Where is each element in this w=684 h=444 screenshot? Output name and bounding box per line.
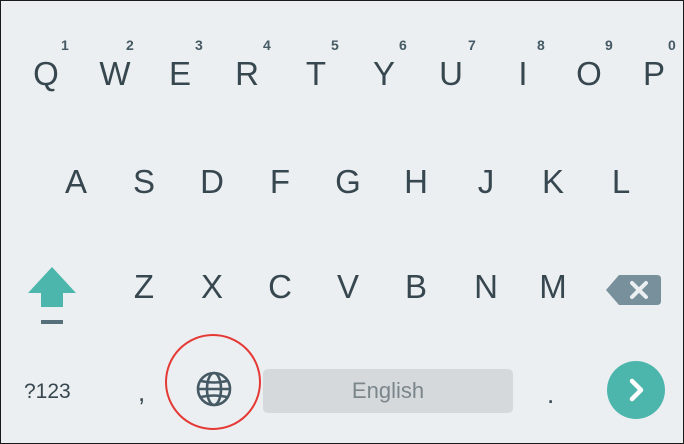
- keyboard: Q 1 W 2 E 3 R 4 T 5 Y 6 U 7 I 8 O 9 P 0 …: [0, 0, 684, 444]
- key-t-hint: 5: [331, 37, 339, 53]
- key-j[interactable]: J: [466, 165, 506, 198]
- key-b[interactable]: B: [396, 270, 436, 303]
- key-a[interactable]: A: [56, 165, 96, 198]
- key-o[interactable]: O: [569, 57, 609, 90]
- key-i-hint: 8: [537, 37, 545, 53]
- key-y[interactable]: Y: [364, 57, 404, 90]
- space-bar[interactable]: English: [263, 369, 513, 413]
- key-t[interactable]: T: [296, 57, 336, 90]
- highlight-circle: [165, 334, 261, 430]
- space-bar-label: English: [351, 378, 425, 403]
- key-q[interactable]: Q: [26, 57, 66, 90]
- key-i[interactable]: I: [503, 57, 543, 90]
- chevron-right-icon: [629, 378, 644, 402]
- key-p[interactable]: P: [634, 57, 674, 90]
- key-s[interactable]: S: [124, 165, 164, 198]
- key-z[interactable]: Z: [124, 270, 164, 303]
- key-l[interactable]: L: [601, 165, 641, 198]
- key-f[interactable]: F: [260, 165, 300, 198]
- key-n[interactable]: N: [466, 270, 506, 303]
- key-w[interactable]: W: [95, 57, 135, 90]
- key-v[interactable]: V: [328, 270, 368, 303]
- comma-key[interactable]: ,: [138, 379, 145, 405]
- key-r-hint: 4: [263, 37, 271, 53]
- key-u[interactable]: U: [431, 57, 471, 90]
- key-w-hint: 2: [126, 37, 134, 53]
- key-e-hint: 3: [195, 37, 203, 53]
- key-k[interactable]: K: [533, 165, 573, 198]
- key-r[interactable]: R: [227, 57, 267, 90]
- key-h[interactable]: H: [396, 165, 436, 198]
- symbols-key[interactable]: ?123: [24, 381, 71, 402]
- shift-arrow-icon[interactable]: [27, 265, 77, 327]
- key-d[interactable]: D: [192, 165, 232, 198]
- key-g[interactable]: G: [328, 165, 368, 198]
- key-x[interactable]: X: [192, 270, 232, 303]
- enter-button[interactable]: [607, 361, 665, 419]
- key-m[interactable]: M: [533, 270, 573, 303]
- key-o-hint: 9: [605, 37, 613, 53]
- key-c[interactable]: C: [260, 270, 300, 303]
- key-p-hint: 0: [668, 37, 676, 53]
- backspace-icon[interactable]: [605, 273, 663, 307]
- key-y-hint: 6: [399, 37, 407, 53]
- key-u-hint: 7: [468, 37, 476, 53]
- key-q-hint: 1: [61, 37, 69, 53]
- period-key[interactable]: .: [547, 381, 554, 407]
- key-e[interactable]: E: [160, 57, 200, 90]
